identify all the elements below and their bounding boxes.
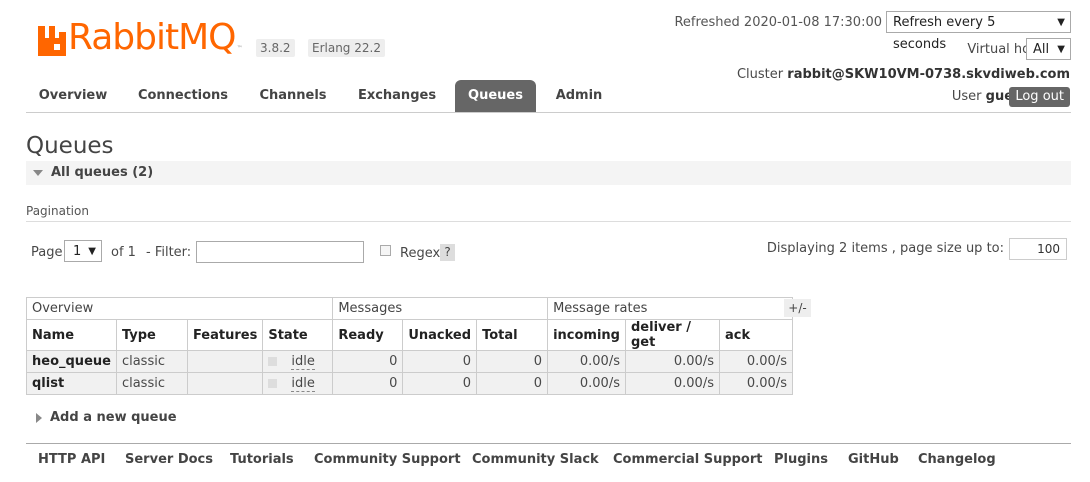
page-select[interactable]: 1 ▼ bbox=[64, 240, 102, 262]
footer-link-plugins[interactable]: Plugins bbox=[774, 452, 828, 467]
column-header-total[interactable]: Total bbox=[476, 319, 549, 351]
tab-exchanges[interactable]: Exchanges bbox=[348, 80, 446, 112]
group-header-messages: Messages bbox=[332, 297, 549, 320]
dropdown-arrow-icon: ▼ bbox=[1057, 44, 1065, 55]
all-queues-section-toggle[interactable]: All queues (2) bbox=[26, 161, 1071, 185]
ready-count: 0 bbox=[332, 350, 404, 373]
footer-link-community-support[interactable]: Community Support bbox=[314, 452, 461, 467]
column-header-ready[interactable]: Ready bbox=[332, 319, 404, 351]
footer-link-github[interactable]: GitHub bbox=[848, 452, 899, 467]
column-options-button[interactable]: +/- bbox=[784, 299, 811, 317]
rabbitmq-logo: RabbitMQ ™ bbox=[38, 20, 243, 56]
erlang-badge: Erlang 22.2 bbox=[308, 39, 385, 57]
total-count: 0 bbox=[476, 372, 549, 395]
expand-triangle-icon bbox=[36, 413, 42, 423]
page-select-value: 1 bbox=[73, 244, 82, 259]
pagination-heading: Pagination bbox=[26, 204, 89, 218]
trademark-mark: ™ bbox=[236, 45, 243, 52]
page-size-input[interactable]: 100 bbox=[1009, 238, 1067, 260]
filter-input[interactable] bbox=[196, 241, 364, 263]
column-header-features[interactable]: Features bbox=[186, 319, 264, 351]
filter-label: - Filter: bbox=[146, 245, 192, 260]
regex-checkbox[interactable] bbox=[380, 245, 391, 256]
deliver-get-rate: 0.00/s bbox=[624, 350, 720, 373]
queue-type: classic bbox=[115, 372, 188, 395]
incoming-rate: 0.00/s bbox=[547, 372, 626, 395]
unacked-count: 0 bbox=[402, 350, 478, 373]
ack-rate: 0.00/s bbox=[718, 350, 793, 373]
total-count: 0 bbox=[476, 350, 549, 373]
footer-link-server-docs[interactable]: Server Docs bbox=[125, 452, 213, 467]
tab-queues[interactable]: Queues bbox=[455, 80, 536, 112]
refresh-interval-select[interactable]: Refresh every 5 seconds ▼ bbox=[886, 11, 1071, 52]
footer-link-changelog[interactable]: Changelog bbox=[918, 452, 996, 467]
section-label: All queues (2) bbox=[51, 165, 154, 180]
queues-table: Overview Messages Message rates Name Typ… bbox=[25, 297, 793, 395]
queue-name-link[interactable]: qlist bbox=[26, 372, 117, 395]
main-nav-tabs: Overview Connections Channels Exchanges … bbox=[26, 80, 1071, 113]
virtual-host-select[interactable]: All ▼ bbox=[1026, 38, 1071, 60]
column-header-deliver-get[interactable]: deliver / get bbox=[624, 319, 720, 351]
footer-link-commercial-support[interactable]: Commercial Support bbox=[613, 452, 763, 467]
divider bbox=[26, 221, 1071, 222]
footer-link-community-slack[interactable]: Community Slack bbox=[472, 452, 599, 467]
logo-wordmark: RabbitMQ bbox=[68, 17, 236, 58]
queue-type: classic bbox=[115, 350, 188, 373]
regex-label: Regex bbox=[400, 246, 441, 261]
page-count-label: of 1 bbox=[111, 245, 136, 260]
footer-divider bbox=[26, 443, 1071, 444]
tab-connections[interactable]: Connections bbox=[128, 80, 238, 112]
state-indicator-icon bbox=[268, 379, 278, 388]
column-header-name[interactable]: Name bbox=[26, 319, 117, 351]
add-queue-label: Add a new queue bbox=[50, 410, 177, 425]
column-header-type[interactable]: Type bbox=[115, 319, 188, 351]
tab-admin[interactable]: Admin bbox=[546, 80, 612, 112]
queue-features bbox=[186, 350, 264, 373]
collapse-triangle-icon bbox=[33, 170, 43, 176]
refreshed-timestamp: Refreshed 2020-01-08 17:30:00 bbox=[674, 15, 882, 30]
state-label: idle bbox=[291, 376, 315, 392]
dropdown-arrow-icon: ▼ bbox=[88, 246, 96, 257]
version-badge: 3.8.2 bbox=[256, 39, 295, 57]
column-header-ack[interactable]: ack bbox=[718, 319, 793, 351]
page-label: Page bbox=[31, 245, 63, 260]
page-title: Queues bbox=[26, 133, 114, 159]
dropdown-arrow-icon: ▼ bbox=[1057, 17, 1065, 28]
deliver-get-rate: 0.00/s bbox=[624, 372, 720, 395]
table-column-header-row: Name Type Features State Ready Unacked T… bbox=[26, 319, 793, 351]
column-header-state[interactable]: State bbox=[262, 319, 334, 351]
ready-count: 0 bbox=[332, 372, 404, 395]
displaying-items-text: Displaying 2 items , page size up to: bbox=[766, 241, 1004, 256]
virtual-host-value: All bbox=[1033, 42, 1050, 57]
group-header-overview: Overview bbox=[25, 297, 334, 320]
help-icon[interactable]: ? bbox=[440, 244, 455, 261]
queue-state: idle bbox=[262, 350, 334, 373]
table-row[interactable]: heo_queue classic idle 0 0 0 0.00/s 0.00… bbox=[26, 350, 793, 373]
footer-link-tutorials[interactable]: Tutorials bbox=[230, 452, 294, 467]
table-group-header-row: Overview Messages Message rates bbox=[25, 297, 793, 320]
queue-state: idle bbox=[262, 372, 334, 395]
queue-features bbox=[186, 372, 264, 395]
state-indicator-icon bbox=[268, 357, 278, 366]
footer-link-http-api[interactable]: HTTP API bbox=[38, 452, 105, 467]
group-header-message-rates: Message rates bbox=[547, 297, 793, 320]
tab-overview[interactable]: Overview bbox=[26, 80, 120, 112]
ack-rate: 0.00/s bbox=[718, 372, 793, 395]
incoming-rate: 0.00/s bbox=[547, 350, 626, 373]
column-header-unacked[interactable]: Unacked bbox=[402, 319, 478, 351]
tab-channels[interactable]: Channels bbox=[248, 80, 338, 112]
rabbit-logo-icon bbox=[38, 26, 66, 56]
table-row[interactable]: qlist classic idle 0 0 0 0.00/s 0.00/s 0… bbox=[26, 372, 793, 395]
column-header-incoming[interactable]: incoming bbox=[547, 319, 626, 351]
unacked-count: 0 bbox=[402, 372, 478, 395]
queue-name-link[interactable]: heo_queue bbox=[26, 350, 117, 373]
state-label: idle bbox=[291, 354, 315, 370]
